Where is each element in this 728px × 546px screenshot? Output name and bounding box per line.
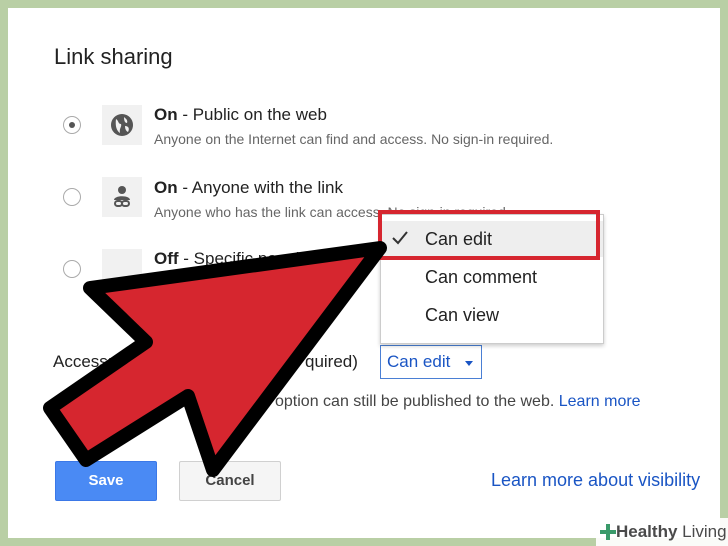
- sharing-dialog: Link sharing On - Public on the web Anyo…: [8, 8, 720, 538]
- watermark: Healthy Living: [596, 518, 728, 546]
- watermark-text: Healthy Living: [616, 522, 727, 541]
- pointer-arrow-icon: [43, 241, 387, 477]
- plus-logo-icon: [600, 524, 616, 540]
